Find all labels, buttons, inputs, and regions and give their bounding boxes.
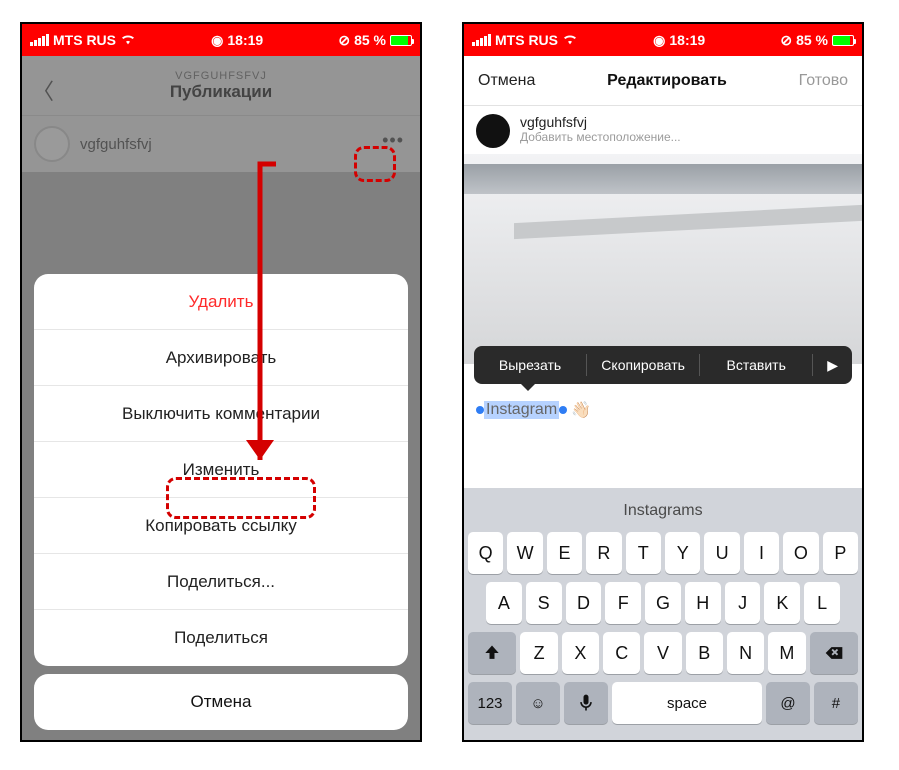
signal-bars-icon [30,34,49,46]
left-screen-content: 〈 VGFGUHFSFVJ Публикации vgfguhfsfvj •••… [22,56,420,740]
ctx-copy[interactable]: Скопировать [587,357,699,373]
clock-label: 18:19 [227,32,263,48]
key-space[interactable]: space [612,682,762,724]
caption-emoji: 👋🏻 [571,400,591,420]
key-i[interactable]: I [744,532,779,574]
key-c[interactable]: C [603,632,640,674]
sheet-share-2[interactable]: Поделиться [34,610,408,666]
edit-header: vgfguhfsfvj Добавить местоположение... [464,106,862,154]
status-bar: MTS RUS ◉ 18:19 ⊘ 85 % [22,24,420,56]
signal-bars-icon [472,34,491,46]
sheet-cancel[interactable]: Отмена [34,674,408,730]
key-f[interactable]: F [605,582,641,624]
nav-bar: Отмена Редактировать Готово [464,56,862,106]
key-r[interactable]: R [586,532,621,574]
status-bar: MTS RUS ◉ 18:19 ⊘ 85 % [464,24,862,56]
wifi-icon [120,32,136,48]
sheet-copy-link[interactable]: Копировать ссылку [34,498,408,554]
key-d[interactable]: D [566,582,602,624]
keyboard-row-bottom: 123 ☺ space @ # [468,682,858,724]
key-123[interactable]: 123 [468,682,512,724]
key-x[interactable]: X [562,632,599,674]
add-location-button[interactable]: Добавить местоположение... [520,130,681,144]
sheet-mute-comments[interactable]: Выключить комментарии [34,386,408,442]
wifi-icon [562,32,578,48]
nav-cancel[interactable]: Отмена [478,72,535,90]
nav-done[interactable]: Готово [799,72,848,90]
key-o[interactable]: O [783,532,818,574]
carrier-label: MTS RUS [53,32,116,48]
action-sheet: Удалить Архивировать Выключить комментар… [34,274,408,730]
ctx-more-arrow-icon[interactable]: ▶ [813,357,852,374]
battery-icon [832,35,854,46]
key-k[interactable]: K [764,582,800,624]
key-shift[interactable] [468,632,516,674]
nav-title: Редактировать [607,72,727,90]
key-q[interactable]: Q [468,532,503,574]
alarm-icon: ⊘ [780,32,792,49]
key-m[interactable]: M [768,632,805,674]
key-mic[interactable] [564,682,608,724]
alarm-icon: ⊘ [338,32,350,49]
phone-right: MTS RUS ◉ 18:19 ⊘ 85 % Отмена Редактиров… [462,22,864,742]
battery-icon [390,35,412,46]
carrier-label: MTS RUS [495,32,558,48]
key-emoji[interactable]: ☺ [516,682,560,724]
recording-icon: ◉ [211,32,223,49]
key-l[interactable]: L [804,582,840,624]
clock-label: 18:19 [669,32,705,48]
key-j[interactable]: J [725,582,761,624]
key-g[interactable]: G [645,582,681,624]
battery-percent: 85 % [354,32,386,48]
key-hash[interactable]: # [814,682,858,724]
key-p[interactable]: P [823,532,858,574]
key-backspace[interactable] [810,632,858,674]
avatar[interactable] [476,114,510,148]
ctx-paste[interactable]: Вставить [700,357,812,373]
sheet-share-1[interactable]: Поделиться... [34,554,408,610]
keyboard-row-2: A S D F G H J K L [468,582,858,624]
ctx-cut[interactable]: Вырезать [474,357,586,373]
sheet-delete[interactable]: Удалить [34,274,408,330]
selection-handle-start[interactable] [476,406,484,414]
sheet-edit[interactable]: Изменить [34,442,408,498]
key-b[interactable]: B [686,632,723,674]
key-h[interactable]: H [685,582,721,624]
key-v[interactable]: V [644,632,681,674]
key-s[interactable]: S [526,582,562,624]
right-screen-content: Отмена Редактировать Готово vgfguhfsfvj … [464,56,862,740]
battery-percent: 85 % [796,32,828,48]
post-image [464,154,862,364]
keyboard: Instagrams Q W E R T Y U I O P A S D F G… [464,488,862,740]
keyboard-row-1: Q W E R T Y U I O P [468,532,858,574]
caption-selected-text: Instagram [484,401,559,419]
key-a[interactable]: A [486,582,522,624]
phone-left: MTS RUS ◉ 18:19 ⊘ 85 % 〈 VGFGUHFSFVJ Пуб… [20,22,422,742]
keyboard-suggestion[interactable]: Instagrams [468,494,858,532]
keyboard-row-3: Z X C V B N M [468,632,858,674]
text-context-menu: Вырезать Скопировать Вставить ▶ [474,346,852,384]
selection-handle-end[interactable] [559,406,567,414]
key-u[interactable]: U [704,532,739,574]
key-e[interactable]: E [547,532,582,574]
key-n[interactable]: N [727,632,764,674]
key-y[interactable]: Y [665,532,700,574]
recording-icon: ◉ [653,32,665,49]
sheet-archive[interactable]: Архивировать [34,330,408,386]
key-z[interactable]: Z [520,632,557,674]
username-label[interactable]: vgfguhfsfvj [520,114,681,130]
key-t[interactable]: T [626,532,661,574]
key-w[interactable]: W [507,532,542,574]
key-at[interactable]: @ [766,682,810,724]
